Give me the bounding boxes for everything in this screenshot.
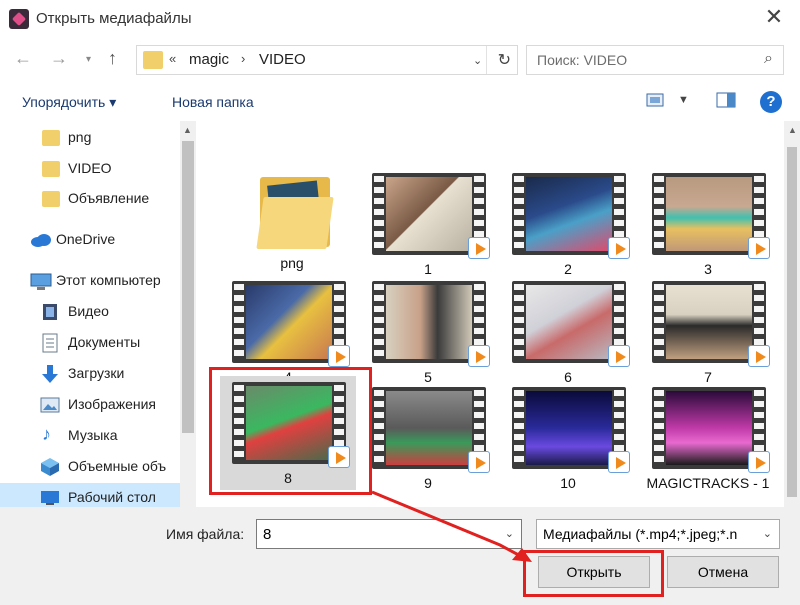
open-media-dialog: Открыть медиафайлы ✕ ← → ▾ ↑ « magic › V…	[0, 0, 800, 605]
annotation-arrow	[371, 490, 532, 562]
